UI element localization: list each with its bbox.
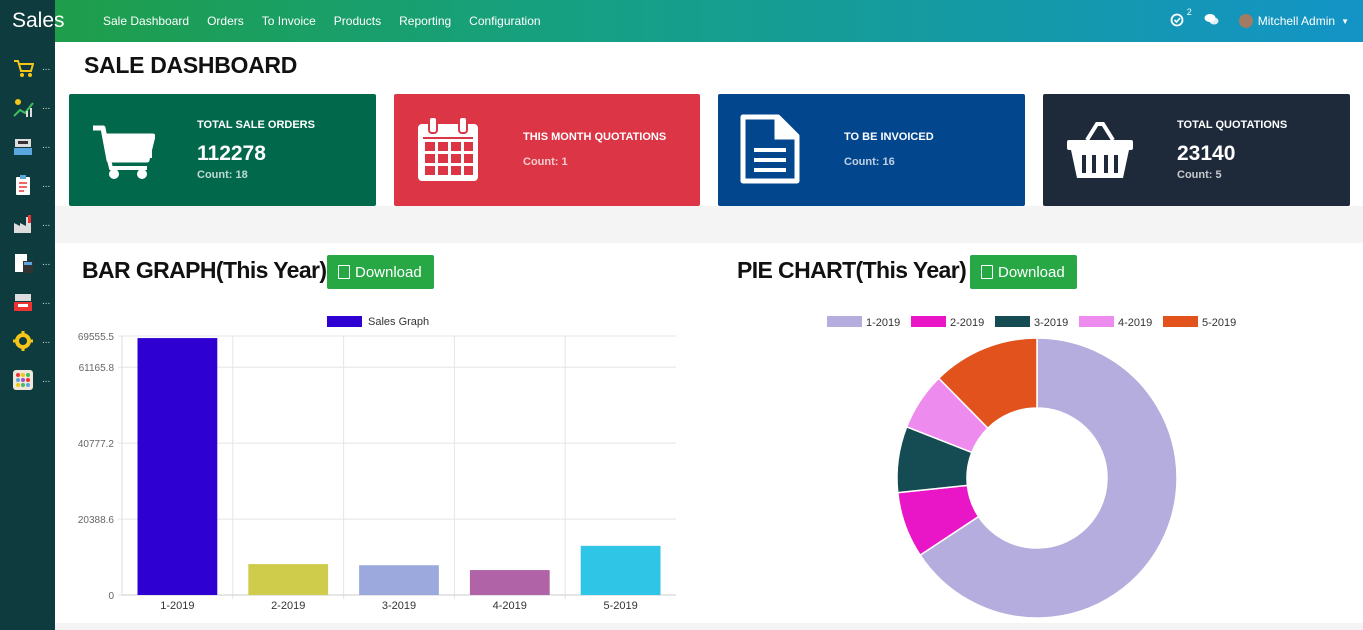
x-tick-label: 1-2019 (160, 600, 194, 612)
sidebar-item-factory[interactable]: ... (0, 204, 55, 243)
apps-icon (13, 369, 33, 390)
factory-icon (14, 214, 31, 233)
top-navbar: Sale Dashboard Orders To Invoice Products Re… (55, 0, 1363, 42)
card-title: TOTAL QUOTATIONS (1177, 119, 1288, 131)
menu-item-reporting[interactable]: Reporting (399, 14, 451, 28)
card-title: THIS MONTH QUOTATIONS (523, 131, 667, 143)
card-total-quotations[interactable]: TOTAL QUOTATIONS 23140 Count: 5 (1043, 94, 1350, 206)
chart-icon (13, 98, 34, 117)
sidebar-item-cart[interactable]: ... (0, 48, 55, 87)
y-tick-label: 69555.5 (78, 332, 115, 343)
cart-icon (93, 125, 155, 179)
sidebar-item-label: ... (42, 335, 51, 346)
summary-panel: SALE DASHBOARD TOTAL SALE ORDERS 112278 … (55, 42, 1363, 206)
pie-chart: 1-2019 2-2019 3-2019 4-2019 5-2019 (827, 316, 1236, 619)
card-count: Count: 5 (1177, 169, 1222, 181)
legend-swatch-5-2019 (1163, 316, 1198, 327)
settings-icon (13, 330, 33, 351)
sidebar-item-label: ... (42, 101, 51, 112)
cart-icon (14, 59, 34, 77)
sidebar-item-settings[interactable]: ... (0, 321, 55, 360)
card-count: Count: 1 (523, 156, 568, 168)
avatar (1238, 14, 1253, 28)
activity-icon[interactable]: 2 (1170, 7, 1192, 30)
card-value: 112278 (197, 142, 266, 165)
sidebar-item-label: ... (42, 62, 51, 73)
sidebar-item-apps[interactable]: ... (0, 360, 55, 399)
page-title: SALE DASHBOARD (84, 52, 298, 78)
sidebar-item-label: ... (42, 218, 51, 229)
legend-swatch-4-2019 (1079, 316, 1114, 327)
footer-divider (55, 623, 1363, 626)
card-count: Count: 18 (197, 169, 248, 181)
menu-item-orders[interactable]: Orders (207, 14, 244, 28)
sidebar-apps: ........................... (0, 48, 55, 399)
sidebar-item-register[interactable]: ... (0, 126, 55, 165)
bar-3-2019[interactable] (359, 565, 439, 595)
x-tick-label: 5-2019 (603, 600, 637, 612)
basket-icon (1067, 122, 1133, 178)
pos-icon (14, 293, 32, 311)
section-divider (55, 206, 1363, 243)
dashboard-main: SALE DASHBOARD TOTAL SALE ORDERS 112278 … (55, 42, 1363, 630)
bar-chart: Sales Graph 0 20388.6 40777.2 61165.8 69555.5… (78, 316, 676, 612)
sidebar-item-clipboard[interactable]: ... (0, 165, 55, 204)
x-tick-label: 4-2019 (493, 600, 527, 612)
legend-label: Sales Graph (368, 316, 429, 328)
card-count: Count: 16 (844, 156, 895, 168)
legend-swatch-2-2019 (911, 316, 946, 327)
legend-swatch-3-2019 (995, 316, 1030, 327)
clipboard-icon (16, 174, 30, 195)
sidebar-item-label: ... (42, 257, 51, 268)
card-this-month-quotations[interactable]: THIS MONTH QUOTATIONS Count: 1 (394, 94, 700, 206)
calculator-icon (15, 253, 33, 273)
sidebar-item-chart[interactable]: ... (0, 87, 55, 126)
charts-panel: BAR GRAPH(This Year) Download PIE CHART(… (55, 243, 1363, 623)
bar-2-2019[interactable] (248, 564, 329, 595)
menu-item-products[interactable]: Products (334, 14, 381, 28)
bar-1-2019[interactable] (137, 338, 218, 595)
activity-count-badge: 2 (1186, 6, 1192, 17)
menu-item-configuration[interactable]: Configuration (469, 14, 540, 28)
legend-label: 4-2019 (1118, 317, 1152, 329)
sidebar-item-label: ... (42, 179, 51, 190)
card-title: TO BE INVOICED (844, 131, 934, 143)
card-value: 23140 (1177, 142, 1236, 165)
systray: 2 Mitchell Admin ▼ (1170, 0, 1349, 42)
menu-item-to-invoice[interactable]: To Invoice (262, 14, 316, 28)
menu-item-sale-dashboard[interactable]: Sale Dashboard (103, 14, 189, 28)
register-icon (14, 138, 32, 155)
legend-label: 3-2019 (1034, 317, 1068, 329)
card-title: TOTAL SALE ORDERS (197, 119, 315, 131)
legend-label: 2-2019 (950, 317, 984, 329)
y-tick-label: 0 (108, 591, 114, 602)
card-total-sale-orders[interactable]: TOTAL SALE ORDERS 112278 Count: 18 (69, 94, 376, 206)
card-to-be-invoiced[interactable]: TO BE INVOICED Count: 16 (718, 94, 1025, 206)
calendar-icon (418, 116, 478, 181)
sidebar-item-label: ... (42, 296, 51, 307)
legend-swatch-1-2019 (827, 316, 862, 327)
chevron-down-icon: ▼ (1341, 16, 1349, 26)
y-tick-label: 61165.8 (79, 363, 115, 374)
user-name: Mitchell Admin (1257, 14, 1336, 28)
messages-icon[interactable] (1204, 13, 1219, 29)
document-icon (740, 114, 800, 184)
bar-4-2019[interactable] (469, 570, 550, 595)
x-tick-label: 2-2019 (271, 600, 305, 612)
sidebar-item-calculator[interactable]: ... (0, 243, 55, 282)
y-tick-label: 40777.2 (78, 439, 115, 450)
app-brand[interactable]: Sales (0, 0, 70, 42)
sidebar-item-label: ... (42, 140, 51, 151)
bar-5-2019[interactable] (580, 545, 661, 595)
sidebar-item-label: ... (42, 374, 51, 385)
main-menu: Sale Dashboard Orders To Invoice Products Re… (103, 14, 559, 28)
x-tick-label: 3-2019 (382, 600, 416, 612)
sidebar-item-pos[interactable]: ... (0, 282, 55, 321)
y-tick-label: 20388.6 (78, 515, 115, 526)
app-sidebar: ........................... (0, 0, 55, 630)
user-menu[interactable]: Mitchell Admin ▼ (1238, 14, 1349, 28)
legend-swatch (327, 316, 362, 327)
legend-label: 1-2019 (866, 317, 900, 329)
legend-label: 5-2019 (1202, 317, 1236, 329)
